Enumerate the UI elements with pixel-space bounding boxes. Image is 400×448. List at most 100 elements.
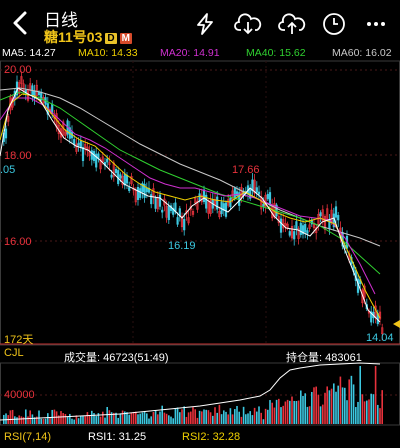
volume-bar xyxy=(377,404,379,424)
candle xyxy=(183,218,186,231)
volume-bar xyxy=(172,418,174,424)
candle xyxy=(334,206,338,218)
volume-bar xyxy=(159,411,161,424)
volume-bar xyxy=(260,412,262,424)
volume-bar xyxy=(212,415,214,424)
volume-bar xyxy=(240,416,243,424)
volume-bar xyxy=(311,391,313,424)
volume-bar xyxy=(245,414,247,424)
volume-bar xyxy=(137,414,139,424)
volume-bar xyxy=(209,412,212,424)
volume-bar xyxy=(102,411,104,424)
volume-bar xyxy=(337,385,339,424)
volume-bar xyxy=(326,386,328,424)
volume-bar xyxy=(291,396,293,424)
volume-bar xyxy=(256,411,258,424)
volume-bar xyxy=(126,412,128,424)
volume-bar xyxy=(190,411,192,424)
volume-bar xyxy=(5,413,7,424)
volume-bar xyxy=(372,394,375,424)
ma20-value: MA20: 14.91 xyxy=(160,47,220,59)
volume-bar xyxy=(262,419,265,424)
candle xyxy=(268,192,272,206)
volume-bar xyxy=(187,412,190,424)
candle xyxy=(73,139,76,145)
volume-bar xyxy=(62,413,64,424)
volume-bar xyxy=(348,379,350,424)
volume-bar xyxy=(379,408,381,424)
candle xyxy=(128,187,131,192)
volume-bar xyxy=(300,390,302,424)
volume-bar xyxy=(196,417,199,424)
volume-bar xyxy=(306,406,309,424)
volume-bar xyxy=(225,411,227,424)
volume-bar xyxy=(60,411,62,424)
contract-name[interactable]: 糖11号03 D M xyxy=(44,27,132,47)
candle xyxy=(37,91,41,96)
kline-chart[interactable] xyxy=(0,60,400,448)
rsi-indicator-name[interactable]: RSI(7,14) xyxy=(4,431,51,443)
candle xyxy=(158,194,162,207)
volume-bar xyxy=(141,412,144,424)
candle xyxy=(90,150,93,160)
cloud-upload-icon[interactable] xyxy=(278,12,306,36)
clock-icon[interactable] xyxy=(322,12,346,36)
volume-bar xyxy=(286,399,289,424)
volume-bar xyxy=(258,406,260,424)
volume-bar xyxy=(295,400,298,424)
volume-bar xyxy=(223,410,225,424)
volume-bar xyxy=(359,366,361,424)
back-arrow-icon[interactable] xyxy=(8,9,34,37)
volume-bar xyxy=(73,419,75,424)
volume-bar xyxy=(207,410,210,424)
top-toolbar: 日线 糖11号03 D M xyxy=(0,0,400,46)
volume-bar xyxy=(273,407,276,424)
lightning-icon[interactable] xyxy=(193,12,217,36)
volume-readout: 成交量: 46723(51:49) xyxy=(64,352,169,364)
volume-bar xyxy=(264,408,267,424)
candle xyxy=(136,186,140,201)
volume-bar xyxy=(150,416,152,424)
volume-bar xyxy=(198,410,201,424)
candle xyxy=(304,223,307,233)
volume-bar xyxy=(229,408,232,424)
ma10-value: MA10: 14.33 xyxy=(78,47,138,59)
volume-bar xyxy=(339,376,342,424)
volume-bar xyxy=(361,394,364,424)
candle xyxy=(114,168,118,174)
ma60-value: MA60: 16.02 xyxy=(332,47,392,59)
ma5-line xyxy=(0,87,381,323)
ytick-16: 16.00 xyxy=(4,236,32,248)
volume-bar xyxy=(174,408,177,424)
open-interest-readout: 持仓量: 483061 xyxy=(286,352,362,364)
volume-bar xyxy=(293,400,295,424)
more-icon[interactable] xyxy=(364,12,388,36)
candle xyxy=(337,215,340,221)
volume-bar xyxy=(304,393,306,424)
volume-bar xyxy=(302,395,304,424)
volume-bar xyxy=(154,410,157,424)
cloud-download-icon[interactable] xyxy=(234,12,262,36)
volume-bar xyxy=(227,414,229,424)
volume-bar xyxy=(181,409,183,424)
volume-ytick: 40000 xyxy=(4,389,35,401)
volume-bar xyxy=(9,410,12,424)
volume-bar xyxy=(86,412,89,424)
volume-bar xyxy=(344,387,346,424)
volume-bar xyxy=(170,416,172,424)
candle xyxy=(224,202,228,217)
volume-bar xyxy=(267,409,269,424)
candle xyxy=(125,174,129,184)
volume-bar xyxy=(269,400,271,424)
volume-bar xyxy=(231,414,234,424)
volume-bar xyxy=(132,411,135,424)
volume-bar xyxy=(157,414,159,424)
volume-bar xyxy=(165,413,168,424)
volume-indicator-name[interactable]: CJL xyxy=(4,347,24,359)
candle xyxy=(167,205,170,221)
rsi1-value: RSI1: 31.25 xyxy=(88,431,147,443)
volume-bar xyxy=(119,413,122,424)
volume-bar xyxy=(25,409,27,424)
rsi2-value: RSI2: 32.28 xyxy=(182,431,241,443)
volume-bar xyxy=(214,407,216,424)
